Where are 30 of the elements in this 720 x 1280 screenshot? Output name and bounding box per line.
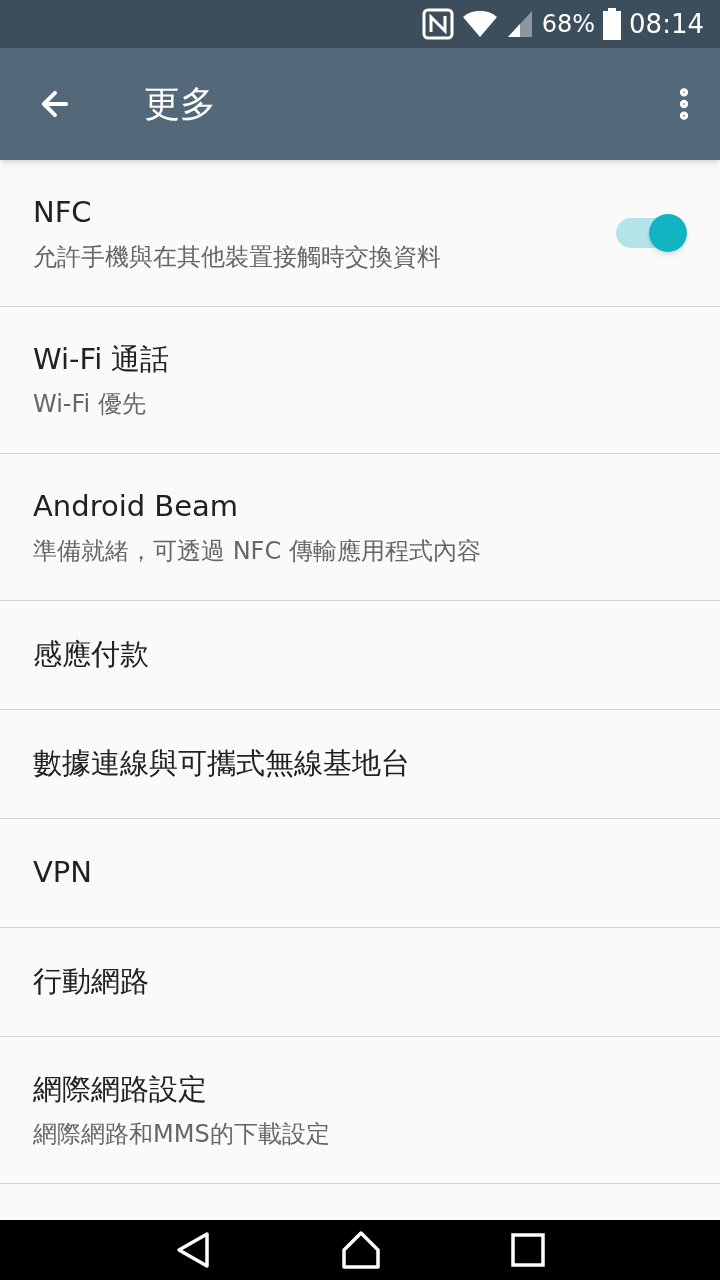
item-title: NFC (33, 194, 93, 232)
settings-item[interactable]: Wi-Fi 通話 Wi-Fi 優先 (0, 307, 720, 454)
settings-item[interactable]: 感應付款 (0, 601, 720, 710)
item-title: 數據連線與可攜式無線基地台 (33, 745, 411, 783)
item-title: 網際網路設定 (33, 1071, 208, 1109)
signal-icon (505, 9, 534, 39)
settings-item[interactable]: Android Beam 準備就緒，可透過 NFC 傳輸應用程式內容 (0, 454, 720, 601)
settings-item[interactable]: 數據連線與可攜式無線基地台 (0, 710, 720, 819)
page-title: 更多 (144, 82, 217, 126)
item-title: 感應付款 (33, 636, 150, 674)
battery-icon (603, 8, 622, 40)
recent-apps-icon[interactable] (511, 1233, 546, 1267)
item-subtitle: Wi-Fi 優先 (33, 388, 147, 420)
wifi-icon (461, 9, 498, 39)
settings-item[interactable]: 網際網路設定 網際網路和MMS的下載設定 (0, 1037, 720, 1184)
clock-time: 08:14 (629, 7, 704, 41)
battery-percent: 68% (541, 9, 596, 40)
item-subtitle: 準備就緒，可透過 NFC 傳輸應用程式內容 (33, 535, 482, 567)
item-title: Wi-Fi 通話 (33, 341, 171, 379)
back-icon[interactable] (174, 1231, 211, 1269)
home-icon[interactable] (340, 1230, 382, 1270)
settings-item[interactable]: NFC 允許手機與在其他裝置接觸時交換資料 (0, 160, 720, 307)
nfc-icon (421, 8, 454, 40)
item-title: 行動網路 (33, 963, 150, 1001)
item-title: Android Beam (33, 488, 240, 526)
item-title: VPN (33, 854, 94, 892)
item-subtitle: 網際網路和MMS的下載設定 (33, 1118, 331, 1150)
settings-item[interactable]: 行動網路 (0, 928, 720, 1037)
item-subtitle: 允許手機與在其他裝置接觸時交換資料 (33, 241, 442, 273)
settings-item[interactable]: VPN (0, 819, 720, 928)
